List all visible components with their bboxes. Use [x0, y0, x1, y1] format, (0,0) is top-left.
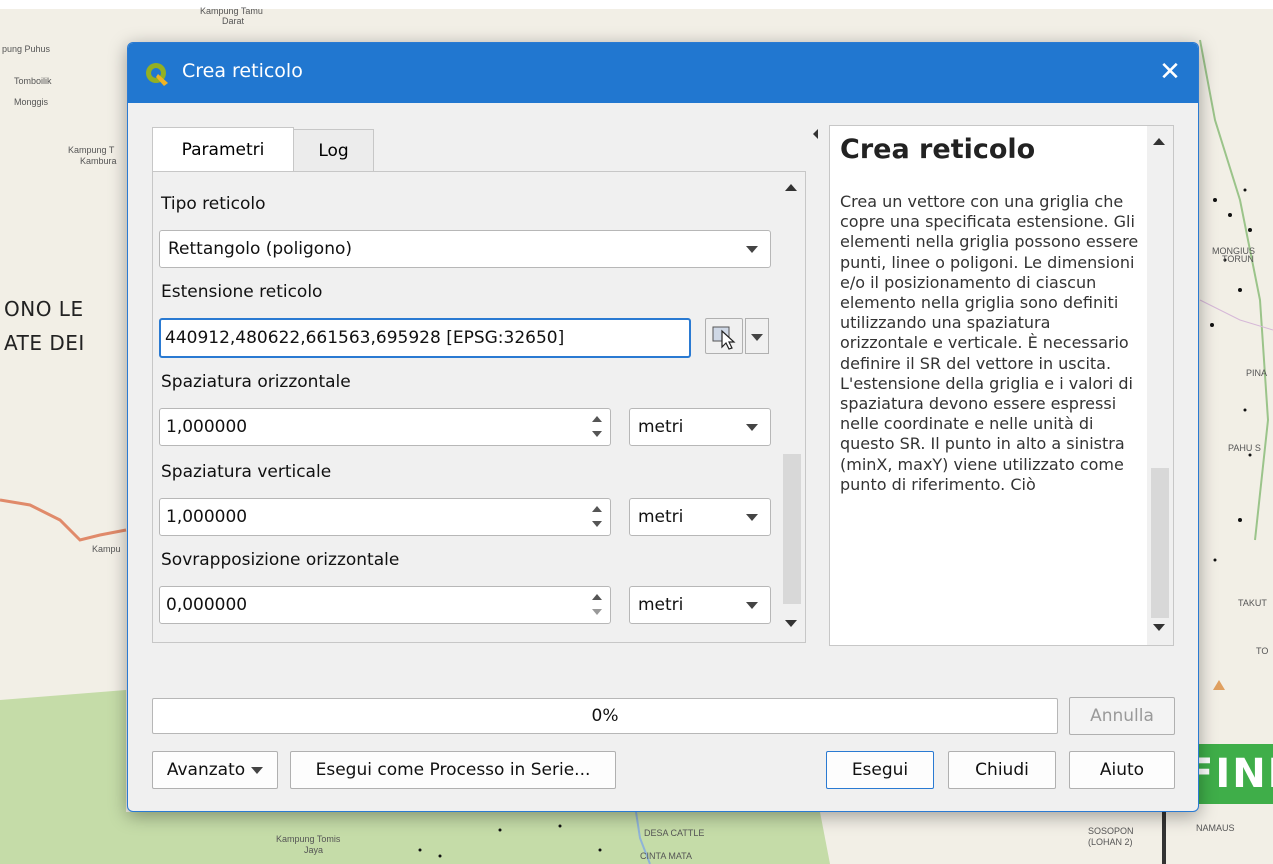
advanced-label: Avanzato	[166, 760, 246, 780]
vspacing-value: 1,000000	[166, 507, 248, 527]
spin-up-icon[interactable]	[592, 506, 602, 512]
advanced-button[interactable]: Avanzato	[152, 751, 278, 789]
map-label: PAHU S	[1228, 443, 1261, 453]
map-label: DESA CATTLE	[644, 828, 705, 838]
hoverlay-value: 0,000000	[166, 595, 248, 615]
spin-down-icon[interactable]	[592, 521, 602, 527]
map-label: TORUN	[1222, 254, 1254, 264]
map-label: Monggis	[14, 97, 49, 107]
help-button[interactable]: Aiuto	[1069, 751, 1175, 789]
chevron-down-icon	[751, 334, 763, 341]
spin-buttons[interactable]	[584, 409, 610, 445]
hoverlay-spinbox[interactable]: 0,000000	[159, 586, 611, 624]
scroll-down-icon[interactable]	[1153, 624, 1165, 631]
help-text: Crea un vettore con una griglia che copr…	[840, 192, 1139, 494]
scroll-thumb[interactable]	[783, 204, 801, 454]
extent-input[interactable]: 440912,480622,661563,695928 [EPSG:32650]	[159, 318, 691, 358]
map-label: Kampung Tomis	[276, 834, 341, 844]
extent-value: 440912,480622,661563,695928 [EPSG:32650]	[165, 328, 565, 348]
vspacing-spinbox[interactable]: 1,000000	[159, 498, 611, 536]
chevron-down-icon	[251, 766, 264, 774]
hoverlay-label: Sovrapposizione orizzontale	[161, 550, 400, 570]
help-title: Crea reticolo	[840, 134, 1036, 165]
help-panel: Crea reticolo Crea un vettore con una gr…	[829, 125, 1174, 646]
tab-log[interactable]: Log	[293, 129, 374, 171]
map-cursor-icon	[712, 326, 736, 350]
chevron-down-icon	[746, 602, 758, 609]
map-label: (LOHAN 2)	[1088, 837, 1133, 847]
spin-down-icon[interactable]	[592, 609, 602, 615]
chevron-down-icon	[746, 424, 758, 431]
hspacing-spinbox[interactable]: 1,000000	[159, 408, 611, 446]
grid-type-label: Tipo reticolo	[161, 194, 266, 214]
vspacing-label: Spaziatura verticale	[161, 462, 332, 482]
help-scrollbar[interactable]	[1147, 126, 1173, 645]
map-label: pung Puhus	[2, 44, 51, 54]
dialog-titlebar[interactable]: Crea reticolo ✕	[128, 43, 1198, 103]
cancel-button[interactable]: Annulla	[1069, 697, 1175, 735]
map-label: CINTA MATA	[640, 851, 693, 861]
map-label: Tomboilik	[14, 76, 52, 86]
scroll-track[interactable]	[1151, 468, 1169, 618]
hoverlay-unit: metri	[638, 595, 684, 615]
tab-parametri[interactable]: Parametri	[152, 127, 294, 173]
spin-up-icon[interactable]	[592, 416, 602, 422]
map-label: TAKUT	[1238, 598, 1267, 608]
map-label: Kambura	[80, 156, 117, 166]
hspacing-label: Spaziatura orizzontale	[161, 372, 351, 392]
parameters-panel: Tipo reticolo Rettangolo (poligono) Este…	[152, 171, 806, 643]
params-scrollbar[interactable]	[779, 172, 805, 642]
vspacing-unit: metri	[638, 507, 684, 527]
collapse-help-icon[interactable]	[813, 129, 818, 139]
close-button[interactable]: Chiudi	[948, 751, 1056, 789]
map-label: Kampu	[92, 544, 121, 554]
map-label: Kampung T	[68, 145, 115, 155]
chevron-down-icon	[746, 246, 758, 253]
spin-buttons[interactable]	[584, 499, 610, 535]
scroll-up-icon[interactable]	[785, 184, 797, 191]
map-label: PINA	[1246, 368, 1268, 378]
map-label: NAMAUS	[1196, 823, 1235, 833]
hspacing-unit: metri	[638, 417, 684, 437]
hspacing-value: 1,000000	[166, 417, 248, 437]
map-label: Kampung Tamu	[200, 6, 263, 16]
map-label: SOSOPON	[1088, 826, 1134, 836]
spin-down-icon[interactable]	[592, 431, 602, 437]
scroll-up-icon[interactable]	[1153, 138, 1165, 145]
hspacing-unit-select[interactable]: metri	[629, 408, 771, 446]
scroll-track[interactable]	[783, 454, 801, 604]
spin-up-icon[interactable]	[592, 594, 602, 600]
hoverlay-unit-select[interactable]: metri	[629, 586, 771, 624]
progress-text: 0%	[591, 706, 619, 726]
scroll-down-icon[interactable]	[785, 620, 797, 627]
grid-type-select[interactable]: Rettangolo (poligono)	[159, 230, 771, 268]
batch-process-button[interactable]: Esegui come Processo in Serie...	[290, 751, 616, 789]
spin-buttons[interactable]	[584, 587, 610, 623]
chevron-down-icon	[746, 514, 758, 521]
map-label: Jaya	[304, 845, 324, 855]
map-big-text: ONO LE	[4, 297, 84, 321]
vspacing-unit-select[interactable]: metri	[629, 498, 771, 536]
map-big-text: ATE DEI	[4, 331, 85, 355]
extent-label: Estensione reticolo	[161, 282, 323, 302]
dialog-title: Crea reticolo	[182, 60, 303, 82]
run-button[interactable]: Esegui	[826, 751, 934, 789]
map-label: Darat	[222, 16, 245, 26]
progress-bar: 0%	[152, 698, 1058, 734]
extent-picker-button[interactable]	[705, 318, 743, 354]
map-label: TO	[1256, 646, 1269, 656]
scroll-thumb[interactable]	[1151, 156, 1169, 468]
qgis-icon	[146, 63, 168, 86]
grid-type-value: Rettangolo (poligono)	[168, 239, 353, 259]
close-icon[interactable]: ✕	[1154, 57, 1186, 89]
crea-reticolo-dialog: Crea reticolo ✕ Parametri Log Tipo retic…	[127, 42, 1199, 812]
extent-dropdown-button[interactable]	[745, 318, 769, 354]
